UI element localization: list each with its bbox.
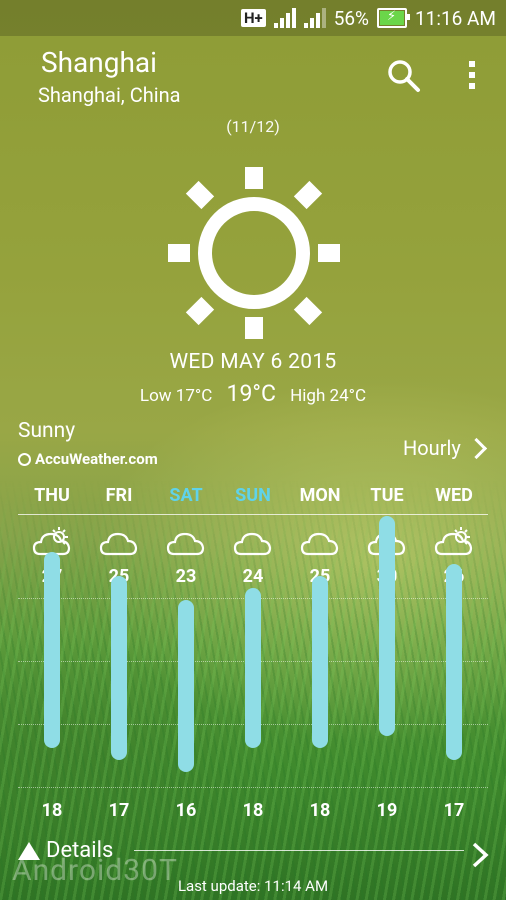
temp-range-bar (245, 588, 261, 748)
temp-range-bar (111, 576, 127, 760)
temp-range-bar (379, 516, 395, 736)
temp-range-bar (446, 564, 462, 760)
details-divider (134, 850, 464, 851)
temp-range-bar (44, 552, 60, 748)
temp-range-bar (178, 600, 194, 772)
temperature-range-chart (44, 516, 462, 772)
forecast-divider (18, 514, 488, 515)
chevron-right-icon[interactable] (470, 842, 490, 868)
temp-range-bar (312, 576, 328, 748)
last-update: Last update: 11:14 AM (177, 877, 329, 895)
